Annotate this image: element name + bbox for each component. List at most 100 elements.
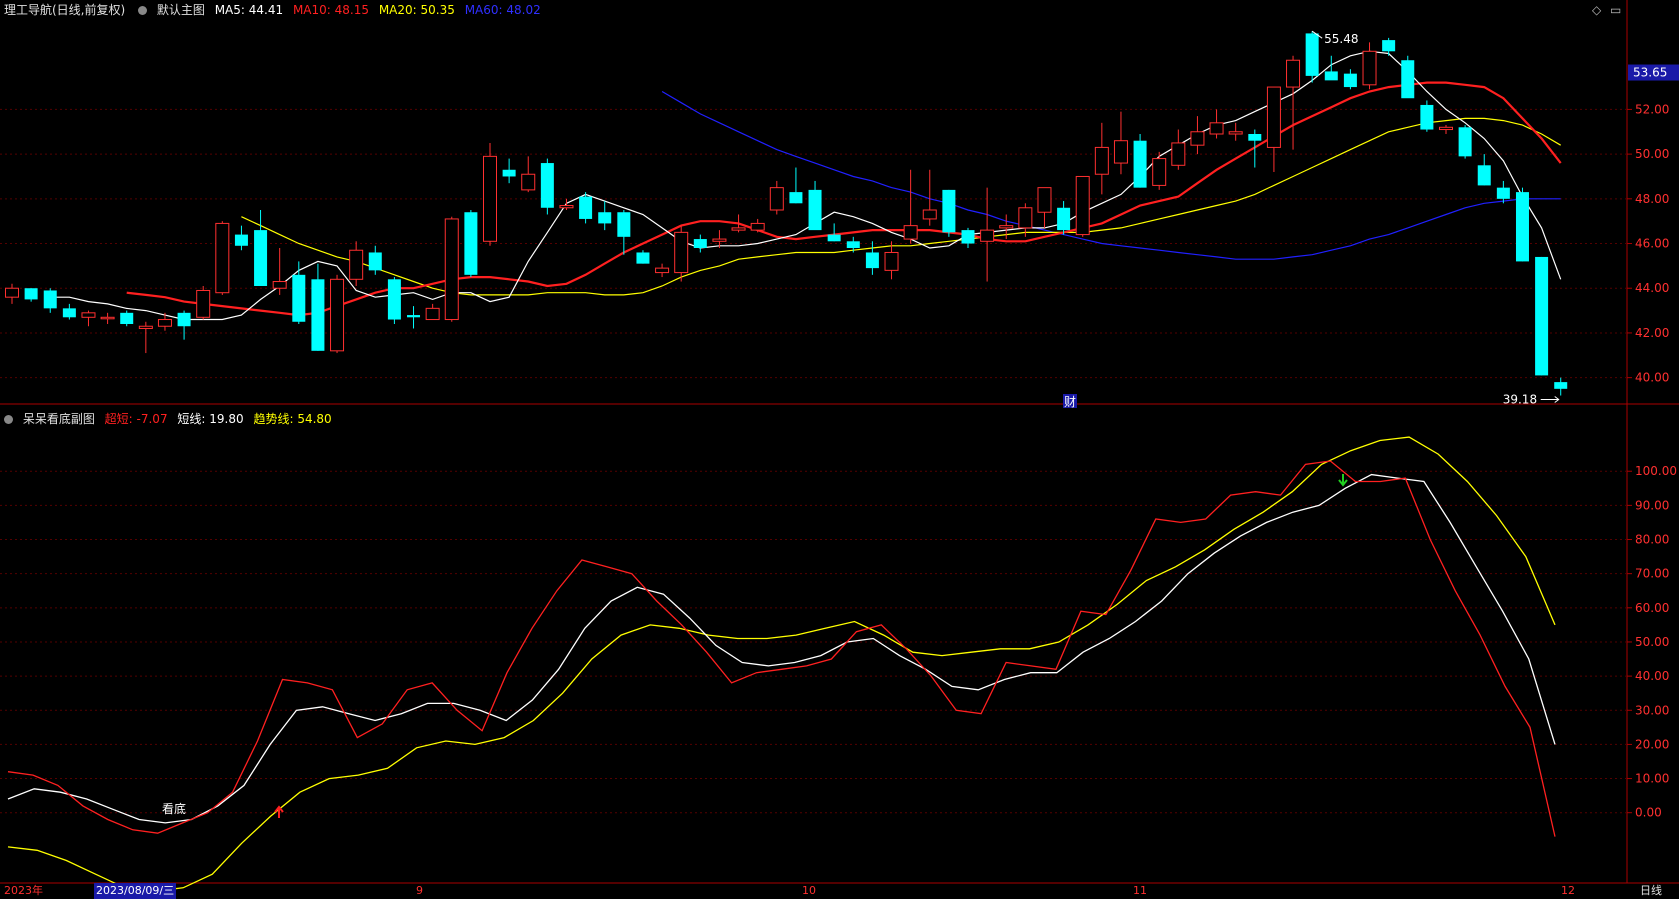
candle-body-up [483,155,497,242]
candle-body-up [1094,146,1109,175]
candle-body-up [674,231,689,274]
price-tick-label: 48.00 [1635,192,1669,206]
sub-tick-label: 90.00 [1635,498,1669,512]
sub-tick-label: 100.00 [1635,464,1677,478]
candle-body-down [1382,40,1396,52]
candle-body-up [1362,50,1377,86]
candle-body-up [272,281,287,289]
candle-body-up [999,225,1014,229]
candle-body-up [157,319,172,327]
candle-body-down [636,252,650,264]
price-tick-label: 46.00 [1635,237,1669,251]
candle-body-down [387,279,401,320]
candle-body-up [330,278,345,352]
candle-body-up [425,307,440,321]
sub-tick-label: 50.00 [1635,635,1669,649]
time-label-oct: 10 [802,884,816,897]
window-diamond-icon[interactable]: ◇ [1592,3,1601,17]
sub-tick-label: 20.00 [1635,737,1669,751]
candle-body-down [1420,104,1434,130]
candle-body-down [120,312,134,324]
candle-body-down [407,315,421,318]
candle-body-down [1057,207,1071,231]
ma20-line [241,117,1562,296]
candle-body-down [177,312,191,327]
candle-body-up [1037,187,1052,213]
candle-body-down [24,288,38,300]
high-marker-label: 55.48 [1324,32,1358,46]
candle-body-down [693,239,707,248]
candle-body-down [254,230,268,286]
candle-body-up [884,251,899,271]
sub-tick-label: 60.00 [1635,601,1669,615]
candle-body-down [865,252,879,269]
price-tick-label: 40.00 [1635,371,1669,385]
candle-body-down [292,274,306,322]
time-label-nov: 11 [1133,884,1147,897]
sell-signal-arrow [1338,474,1348,487]
bottom-signal-label: 看底 [162,801,186,816]
candle-body-down [579,196,593,219]
finance-marker-label: 财 [1064,395,1076,409]
candle-body-up [1171,142,1186,166]
candle-body-up [1152,158,1167,186]
candle-body-up [1209,122,1224,135]
candle-body-down [1477,165,1491,186]
candle-body-down [1305,33,1319,76]
candle-body-down [1324,71,1338,81]
window-menu-icon[interactable]: ▭ [1610,3,1621,17]
candle-body-up [349,249,364,280]
sub-tick-label: 70.00 [1635,567,1669,581]
candle-body-up [81,312,96,318]
sub-tick-label: 0.00 [1635,806,1662,820]
candle-body-up [922,209,937,220]
candle-body-up [980,229,995,242]
ma5-line [50,50,1562,321]
candle-body-up [655,267,670,274]
candle-body-up [1075,175,1090,236]
price-tick-label: 44.00 [1635,281,1669,295]
candle-body-up [559,205,574,209]
sub-tick-label: 80.00 [1635,533,1669,547]
candle-body-up [712,238,727,242]
candle-body-down [1248,134,1262,141]
candle-body-down [62,308,76,318]
candle-body-up [731,227,746,231]
chart-canvas[interactable]: 52.00 50.00 48.00 46.00 44.00 42.00 40.00 53.65… [0,0,1679,899]
sub-tick-label: 40.00 [1635,669,1669,683]
current-price-label: 53.65 [1633,66,1667,80]
candle-body-up [750,222,765,231]
candle-body-up [1190,131,1205,146]
candle-body-up [1286,59,1301,88]
candle-body-down [1496,187,1510,199]
time-label-year: 2023年 [4,884,43,897]
time-axis: 2023年 2023/08/09/三 9 10 11 12 日线 [0,883,1679,899]
candle-body-up [196,289,211,318]
candle-body-down [789,192,803,204]
candle-body-up [5,287,19,298]
candle-body-up [1439,126,1453,131]
low-marker-label: 39.18 [1503,393,1537,407]
candle-body-down [311,279,325,351]
super-short-line [7,460,1556,837]
sub-tick-label: 10.00 [1635,772,1669,786]
candle-body-up [1113,140,1128,164]
candle-body-down [43,290,57,309]
candle-body-down [1133,140,1147,188]
candle-body-down [502,169,516,177]
candle-body-up [1018,207,1033,229]
low-marker-arrow [1540,396,1560,403]
short-line [7,473,1556,824]
candle-body-up [444,218,459,321]
candle-body-up [100,316,115,320]
candle-body-up [903,225,918,240]
time-label-sep: 9 [416,884,423,897]
candle-body-down [1515,192,1529,262]
candle-body-up [138,325,153,329]
candle-body-down [617,212,631,237]
candle-body-down [808,189,822,231]
candle-body-down [598,212,612,224]
period-label[interactable]: 日线 [1640,883,1662,899]
candle-body-down [1458,127,1472,157]
candle-body-down [464,212,478,275]
